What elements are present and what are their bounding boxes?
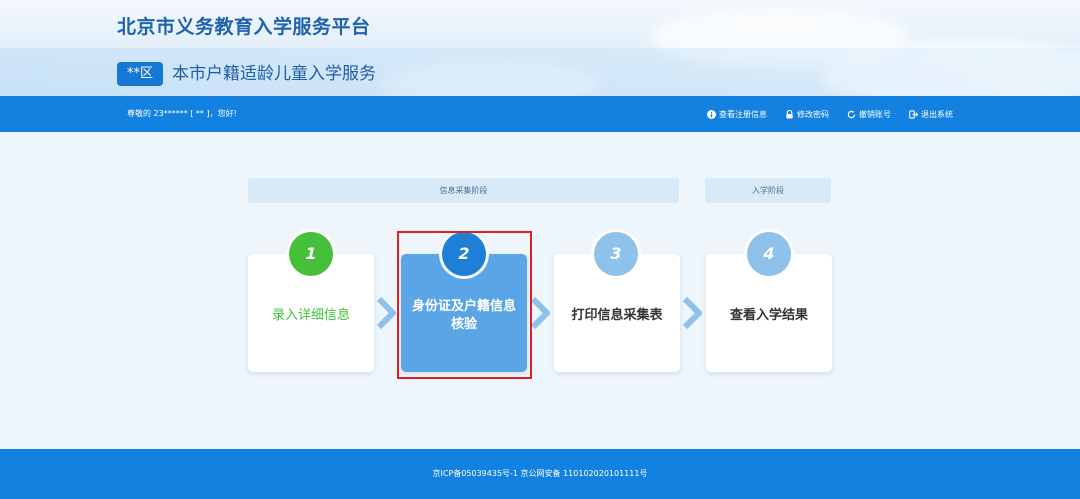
change-password-label: 修改密码 [797,109,829,119]
stage-enrollment: 入学阶段 [705,178,831,203]
chevron-right-icon [531,297,550,329]
logout-link[interactable]: 退出系统 [909,109,953,120]
district-badge: **区 [117,62,163,86]
top-navbar: 尊敬的 23****** [ ** ]，您好! 查看注册信息 修改密码 撤销账号 [0,96,1080,132]
view-registration-label: 查看注册信息 [719,109,767,119]
cancel-account-label: 撤销账号 [859,109,891,119]
info-icon [707,109,716,119]
refresh-icon [847,109,856,118]
lock-icon [786,109,793,119]
step-number-4: 4 [747,232,791,276]
logout-icon [909,109,918,119]
step-label: 查看入学结果 [729,308,808,323]
chevron-right-icon [683,297,702,329]
step-number-3: 3 [594,232,638,276]
footer: 京ICP备05039435号-1 京公网安备 110102020101111号 [0,449,1080,499]
step-label: 录入详细信息 [271,308,350,323]
view-registration-link[interactable]: 查看注册信息 [707,109,767,120]
header-banner: 北京市义务教育入学服务平台 **区 本市户籍适龄儿童入学服务 [0,0,1080,96]
service-title: 本市户籍适龄儿童入学服务 [172,64,376,84]
cancel-account-link[interactable]: 撤销账号 [847,109,891,120]
logout-label: 退出系统 [921,109,953,119]
chevron-right-icon [377,297,396,329]
step-label: 打印信息采集表 [571,308,663,323]
change-password-link[interactable]: 修改密码 [785,109,829,120]
site-title: 北京市义务教育入学服务平台 [117,16,371,38]
nav-links: 查看注册信息 修改密码 撤销账号 退出系统 [707,96,953,132]
footer-icp: 京ICP备05039435号-1 京公网安备 110102020101111号 [432,469,648,478]
stage-info-collection: 信息采集阶段 [248,178,679,203]
step-number-1: 1 [289,232,333,276]
current-step-highlight [397,231,532,379]
user-greeting: 尊敬的 23****** [ ** ]，您好! [127,109,237,118]
